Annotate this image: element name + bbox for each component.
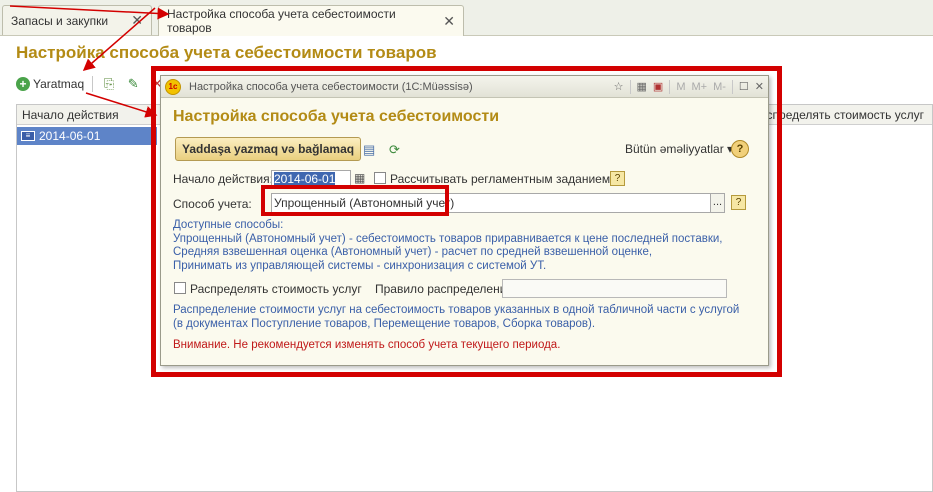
tab-label: Настройка способа учета себестоимости то… xyxy=(167,7,396,35)
main-toolbar: + Yaratmaq ⎘ ✎ ✕ xyxy=(16,73,165,95)
edit-icon[interactable]: ✎ xyxy=(125,76,141,92)
close-icon[interactable]: ✕ xyxy=(121,12,143,29)
tab-label: Запасы и закупки xyxy=(11,13,109,28)
annotation-method-frame xyxy=(261,185,449,216)
page-title: Настройка способа учета себестоимости то… xyxy=(16,43,437,62)
record-icon: ≡ xyxy=(21,131,35,141)
annotation-dialog-frame xyxy=(151,66,782,377)
create-label: Yaratmaq xyxy=(33,77,85,91)
table-row[interactable]: ≡ 2014-06-01 xyxy=(17,127,157,145)
tab-cost-settings[interactable]: Настройка способа учета себестоимости то… xyxy=(158,5,464,36)
row-date: 2014-06-01 xyxy=(39,129,101,143)
column-start-date[interactable]: Начало действия xyxy=(17,108,167,122)
tab-stocks-purchases[interactable]: Запасы и закупки ✕ xyxy=(2,5,152,35)
tab-bar: Запасы и закупки ✕ Настройка способа уче… xyxy=(0,0,933,36)
toolbar-separator xyxy=(92,76,94,92)
copy-icon[interactable]: ⎘ xyxy=(101,76,117,92)
create-button[interactable]: + Yaratmaq xyxy=(16,77,84,91)
plus-icon: + xyxy=(16,77,30,91)
close-icon[interactable]: ✕ xyxy=(433,13,455,30)
